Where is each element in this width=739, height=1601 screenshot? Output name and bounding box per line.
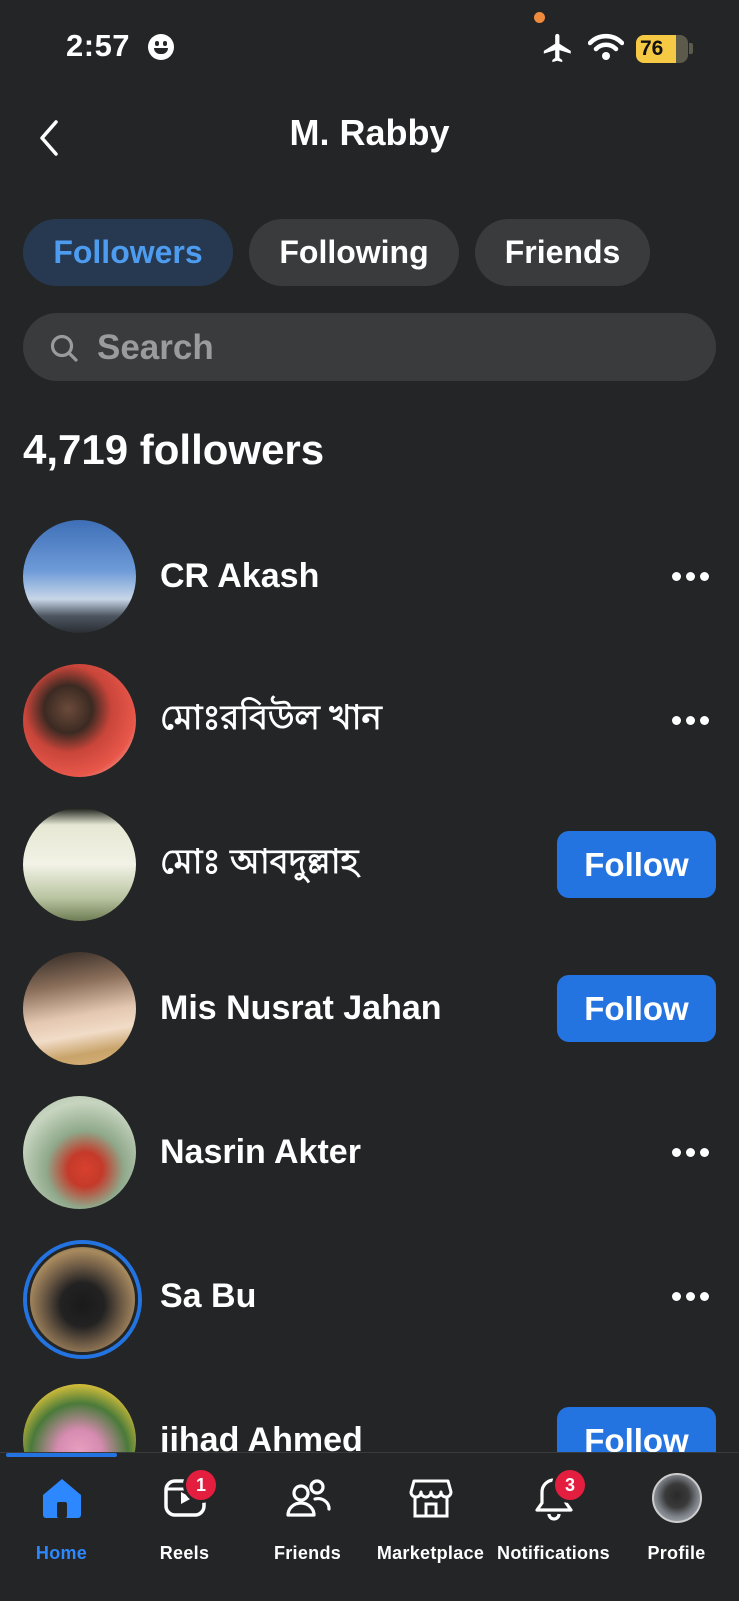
tab-bar: Followers Following Friends bbox=[23, 219, 650, 286]
tab-followers[interactable]: Followers bbox=[23, 219, 233, 286]
nav-label: Profile bbox=[647, 1543, 706, 1563]
followers-count: 4,719 followers bbox=[23, 426, 325, 473]
notifications-badge: 3 bbox=[552, 1467, 588, 1503]
page-title: M. Rabby bbox=[289, 112, 450, 153]
nav-label: Home bbox=[35, 1543, 88, 1563]
follower-name[interactable]: Nasrin Akter bbox=[160, 1096, 361, 1209]
follower-name[interactable]: Mis Nusrat Jahan bbox=[160, 952, 442, 1065]
battery-icon: 76 bbox=[636, 35, 688, 63]
avatar[interactable] bbox=[23, 952, 136, 1065]
search-bar[interactable] bbox=[23, 313, 716, 383]
list-item[interactable]: Sa Bu bbox=[0, 1240, 739, 1360]
status-bar: 2:57 76 bbox=[0, 0, 739, 100]
more-options-icon[interactable] bbox=[672, 1146, 712, 1160]
list-item[interactable]: Nasrin Akter bbox=[0, 1096, 739, 1216]
more-options-icon[interactable] bbox=[672, 714, 712, 728]
nav-label: Marketplace bbox=[376, 1543, 485, 1563]
friends-icon bbox=[286, 1479, 331, 1517]
list-item[interactable]: মোঃরবিউল খান bbox=[0, 664, 739, 784]
search-input[interactable] bbox=[95, 313, 699, 383]
more-options-icon[interactable] bbox=[672, 570, 712, 584]
search-icon bbox=[50, 334, 78, 362]
nav-label: Reels bbox=[159, 1543, 210, 1563]
follower-name[interactable]: মোঃ আবদুল্লাহ bbox=[160, 808, 358, 921]
avatar[interactable] bbox=[23, 664, 136, 777]
active-tab-indicator bbox=[6, 1453, 117, 1457]
nav-label: Notifications bbox=[497, 1543, 610, 1563]
nav-profile[interactable]: Profile bbox=[615, 1467, 738, 1577]
reels-badge: 1 bbox=[183, 1467, 219, 1503]
nav-notifications[interactable]: 3 Notifications bbox=[492, 1467, 615, 1577]
follow-button[interactable]: Follow bbox=[557, 831, 716, 898]
follower-name[interactable]: CR Akash bbox=[160, 520, 319, 633]
list-item[interactable]: Mis Nusrat Jahan Follow bbox=[0, 952, 739, 1072]
privacy-indicator-dot bbox=[534, 12, 545, 23]
follow-button[interactable]: Follow bbox=[557, 975, 716, 1042]
more-options-icon[interactable] bbox=[672, 1290, 712, 1304]
nav-reels[interactable]: 1 Reels bbox=[123, 1467, 246, 1577]
nav-marketplace[interactable]: Marketplace bbox=[369, 1467, 492, 1577]
list-item[interactable]: CR Akash bbox=[0, 520, 739, 640]
status-time: 2:57 bbox=[66, 28, 131, 63]
battery-level: 76 bbox=[640, 37, 664, 60]
avatar[interactable] bbox=[27, 1244, 138, 1355]
focus-smiley-icon bbox=[148, 34, 174, 60]
airplane-mode-icon bbox=[543, 33, 571, 63]
marketplace-icon bbox=[409, 1479, 453, 1518]
bottom-nav: Home 1 Reels Friends Marketplace 3 Notif… bbox=[0, 1452, 739, 1601]
nav-label: Friends bbox=[273, 1543, 342, 1563]
wifi-icon bbox=[588, 33, 624, 60]
follower-name[interactable]: মোঃরবিউল খান bbox=[160, 664, 382, 777]
list-item[interactable]: মোঃ আবদুল্লাহ Follow bbox=[0, 808, 739, 928]
avatar[interactable] bbox=[23, 808, 136, 921]
tab-friends[interactable]: Friends bbox=[475, 219, 650, 286]
follower-name[interactable]: Sa Bu bbox=[160, 1240, 256, 1353]
avatar[interactable] bbox=[23, 520, 136, 633]
avatar[interactable] bbox=[23, 1096, 136, 1209]
nav-home[interactable]: Home bbox=[0, 1467, 123, 1577]
profile-avatar bbox=[652, 1473, 702, 1523]
home-icon bbox=[43, 1479, 81, 1518]
tab-following[interactable]: Following bbox=[249, 219, 459, 286]
nav-friends[interactable]: Friends bbox=[246, 1467, 369, 1577]
